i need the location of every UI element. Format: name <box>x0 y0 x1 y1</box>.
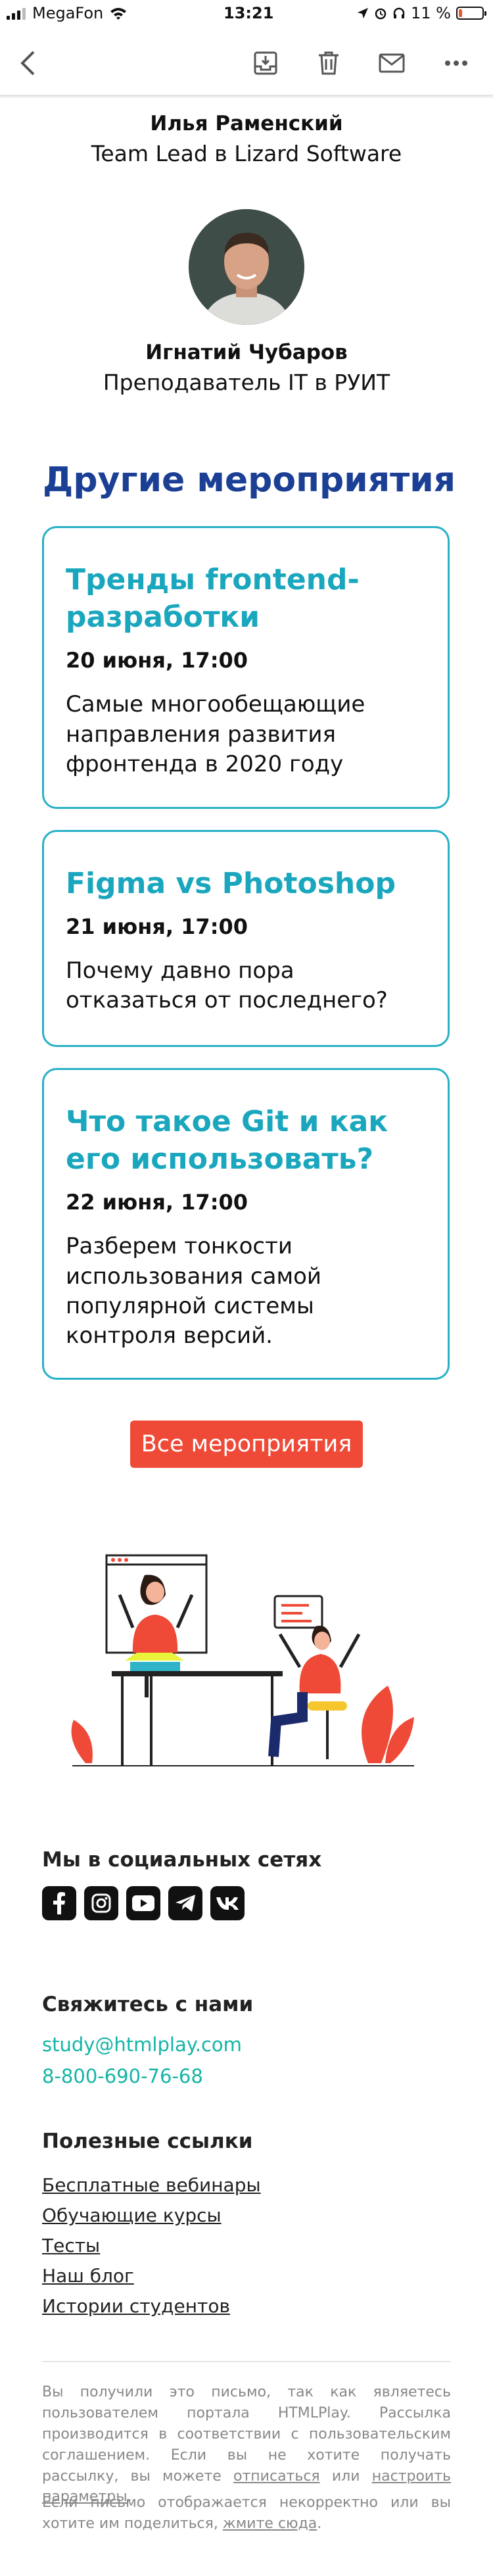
event-description: Разберем тонкости использования самой по… <box>66 1233 322 1349</box>
speaker-role: Преподаватель IT в РУИТ <box>103 370 390 395</box>
event-title: Что такое Git и как его использовать? <box>66 1105 388 1177</box>
archive-icon <box>254 51 277 75</box>
alarm-icon <box>375 8 387 20</box>
facebook-icon[interactable] <box>42 1886 76 1920</box>
footer-divider <box>42 2361 451 2362</box>
signal-icon <box>7 7 26 20</box>
contact-email[interactable]: study@htmlplay.com <box>42 2033 242 2056</box>
event-title: Figma vs Photoshop <box>66 867 396 900</box>
social-icons <box>42 1886 245 1920</box>
more-icon <box>445 61 467 66</box>
instagram-icon[interactable] <box>84 1886 118 1920</box>
speaker-name: Илья Раменский <box>150 112 343 135</box>
youtube-icon[interactable] <box>126 1886 160 1920</box>
fine-print-or: или <box>331 2467 360 2485</box>
footer-link-courses[interactable]: Обучающие курсы <box>42 2204 222 2226</box>
event-card[interactable]: Тренды frontend-разработки 20 июня, 17:0… <box>42 526 450 809</box>
back-button[interactable] <box>9 45 46 82</box>
event-title: Тренды frontend-разработки <box>66 563 360 635</box>
all-events-button[interactable]: Все мероприятия <box>130 1421 363 1468</box>
clock: 13:21 <box>223 4 274 22</box>
archive-button[interactable] <box>247 45 284 82</box>
fine-print: Вы получили это письмо, так как являетес… <box>42 2384 451 2506</box>
view-online-link[interactable]: жмите сюда <box>223 2515 317 2532</box>
footer-link-blog[interactable]: Наш блог <box>42 2265 134 2287</box>
links-title: Полезные ссылки <box>42 2129 253 2153</box>
event-date: 20 июня, 17:00 <box>66 648 248 673</box>
battery-percent: 11 % <box>411 4 451 22</box>
speaker-card: Илья Раменский Team Lead в Lizard Softwa… <box>0 112 493 166</box>
status-bar: MegaFon 13:21 11 % <box>0 0 493 26</box>
event-card[interactable]: Что такое Git и как его использовать? 22… <box>42 1068 450 1380</box>
footer-link-stories[interactable]: Истории студентов <box>42 2295 230 2317</box>
battery-icon <box>456 7 486 20</box>
footer-link-tests[interactable]: Тесты <box>42 2235 100 2256</box>
mail-toolbar <box>0 26 493 99</box>
unsubscribe-link[interactable]: отписаться <box>233 2468 320 2485</box>
webinar-illustration <box>71 1554 414 1766</box>
location-icon <box>358 8 369 18</box>
more-button[interactable] <box>438 45 475 82</box>
trash-icon <box>319 51 339 75</box>
event-description: Самые многообещающие направления развити… <box>66 691 365 777</box>
speaker-card: Игнатий Чубаров Преподаватель IT в РУИТ <box>0 341 493 395</box>
social-title: Мы в социальных сетях <box>42 1848 322 1872</box>
delete-button[interactable] <box>310 45 347 82</box>
mail-icon <box>379 53 405 73</box>
speaker-role: Team Lead в Lizard Software <box>91 141 402 166</box>
avatar <box>189 209 304 325</box>
contact-phone[interactable]: 8-800-690-76-68 <box>42 2065 203 2087</box>
section-title: Другие мероприятия <box>43 460 456 500</box>
fine-print: Если письмо отображается некорректно или… <box>42 2494 451 2532</box>
wifi-icon <box>110 8 127 20</box>
event-date: 22 июня, 17:00 <box>66 1190 248 1215</box>
event-date: 21 июня, 17:00 <box>66 914 248 940</box>
speaker-name: Игнатий Чубаров <box>145 341 348 364</box>
vk-icon[interactable] <box>210 1886 245 1920</box>
footer-link-webinars[interactable]: Бесплатные вебинары <box>42 2174 261 2196</box>
contact-title: Свяжитесь с нами <box>42 1993 254 2016</box>
event-card[interactable]: Figma vs Photoshop 21 июня, 17:00 Почему… <box>42 830 450 1047</box>
carrier-label: MegaFon <box>32 4 104 22</box>
event-description: Почему давно пора отказаться от последне… <box>66 958 388 1014</box>
telegram-icon[interactable] <box>168 1886 202 1920</box>
chevron-left-icon <box>20 51 35 76</box>
reply-button[interactable] <box>373 45 410 82</box>
headphones-icon <box>393 7 405 18</box>
